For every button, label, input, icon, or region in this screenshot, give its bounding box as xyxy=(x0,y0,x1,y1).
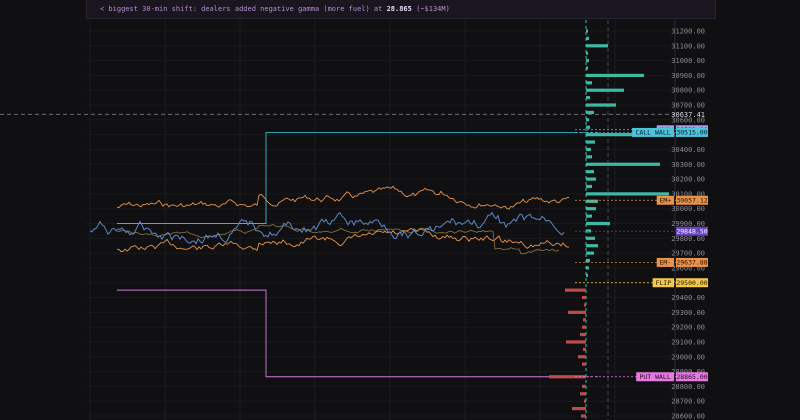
grid xyxy=(86,20,676,420)
positive-gamma-bar[interactable] xyxy=(586,96,590,100)
em-upper-value: 30057.12 xyxy=(676,197,707,205)
y-tick-label: 29800.00 xyxy=(671,235,705,243)
y-tick-label: 29400.00 xyxy=(671,294,705,302)
flip-value: 29500.00 xyxy=(676,279,707,287)
current-value: 29848.50 xyxy=(676,228,707,236)
positive-gamma-bar[interactable] xyxy=(586,51,588,55)
em-lower-tag[interactable]: 29637.88 EM- xyxy=(656,257,708,267)
y-tick-label: 30300.00 xyxy=(671,161,705,169)
negative-gamma-bar[interactable] xyxy=(565,288,586,292)
y-tick-label: 30700.00 xyxy=(671,102,705,110)
current-price-label: 30637.41 xyxy=(671,111,705,119)
positive-gamma-bar[interactable] xyxy=(586,140,595,144)
positive-gamma-bar[interactable] xyxy=(586,162,660,166)
put-wall-tag[interactable]: 28865.00 PUT WALL xyxy=(636,372,708,382)
y-tick-label: 30800.00 xyxy=(671,87,705,95)
flip-tag[interactable]: 29500.00 FLIP xyxy=(652,278,708,288)
gamma-exposure-chart[interactable]: 31200.00 31100.00 31000.00 30900.00 30800.00… xyxy=(0,0,800,420)
positive-gamma-bar[interactable] xyxy=(586,177,596,181)
y-tick-label: 30400.00 xyxy=(671,146,705,154)
negative-gamma-bar[interactable] xyxy=(568,310,586,314)
negative-gamma-bar[interactable] xyxy=(583,318,586,322)
positive-gamma-bar[interactable] xyxy=(586,125,590,129)
y-tick-label: 31100.00 xyxy=(671,42,705,50)
negative-gamma-bar[interactable] xyxy=(578,355,586,359)
y-tick-label: 29000.00 xyxy=(671,353,705,361)
positive-gamma-bar[interactable] xyxy=(586,88,624,92)
em-lower-line xyxy=(116,227,570,252)
positive-gamma-bar[interactable] xyxy=(586,81,592,85)
flip-label: FLIP xyxy=(655,279,671,287)
positive-gamma-bar[interactable] xyxy=(586,110,594,115)
put-wall-line xyxy=(117,289,575,378)
y-tick-label: 30200.00 xyxy=(671,176,705,184)
positive-gamma-bar[interactable] xyxy=(586,44,608,48)
positive-gamma-bar[interactable] xyxy=(586,170,594,174)
call-wall-tag[interactable]: 30515.00 CALL WALL xyxy=(632,127,708,137)
positive-gamma-bar[interactable] xyxy=(586,29,588,33)
current-tag[interactable]: 29848.50 xyxy=(676,226,708,236)
negative-gamma-bar[interactable] xyxy=(572,406,586,411)
gamma-bars xyxy=(549,20,669,420)
em-lower-value: 29637.88 xyxy=(676,259,707,267)
positive-gamma-bar[interactable] xyxy=(586,221,610,226)
price-line xyxy=(89,211,565,245)
positive-gamma-bar[interactable] xyxy=(586,192,669,196)
positive-gamma-bar[interactable] xyxy=(586,184,592,189)
positive-gamma-bar[interactable] xyxy=(586,133,638,137)
negative-gamma-bar[interactable] xyxy=(582,384,586,388)
positive-gamma-bar[interactable] xyxy=(586,236,595,240)
y-tick-label: 31000.00 xyxy=(671,57,705,65)
positive-gamma-bar[interactable] xyxy=(586,244,598,248)
positive-gamma-bar[interactable] xyxy=(586,103,616,107)
positive-gamma-bar[interactable] xyxy=(586,66,588,70)
positive-gamma-bar[interactable] xyxy=(586,214,592,218)
positive-gamma-bar[interactable] xyxy=(586,207,596,211)
positive-gamma-bar[interactable] xyxy=(586,258,590,263)
call-wall-label: CALL WALL xyxy=(635,129,670,137)
y-tick-label: 28600.00 xyxy=(671,413,705,420)
negative-gamma-bar[interactable] xyxy=(566,340,586,344)
negative-gamma-bar[interactable] xyxy=(583,347,586,351)
negative-gamma-bar[interactable] xyxy=(584,399,586,403)
positive-gamma-bar[interactable] xyxy=(586,155,592,159)
y-tick-label: 30000.00 xyxy=(671,205,705,213)
em-upper-tag[interactable]: 30057.12 EM+ xyxy=(656,195,708,205)
price-series xyxy=(89,131,600,378)
negative-gamma-bar[interactable] xyxy=(582,325,586,329)
negative-gamma-bar[interactable] xyxy=(582,295,586,300)
positive-gamma-bar[interactable] xyxy=(586,147,591,152)
negative-gamma-bar[interactable] xyxy=(580,392,586,396)
call-wall-line xyxy=(117,131,575,224)
positive-gamma-bar[interactable] xyxy=(586,36,589,41)
em-lower-label: EM- xyxy=(659,259,671,267)
em-upper-label: EM+ xyxy=(659,197,671,205)
positive-gamma-bar[interactable] xyxy=(586,273,588,277)
put-wall-label: PUT WALL xyxy=(639,373,670,381)
flip-line xyxy=(116,223,560,255)
y-tick-label: 29700.00 xyxy=(671,250,705,258)
positive-gamma-bar[interactable] xyxy=(586,59,589,63)
y-tick-label: 31200.00 xyxy=(671,28,705,36)
negative-gamma-bar[interactable] xyxy=(581,414,586,418)
call-wall-value: 30515.00 xyxy=(676,129,707,137)
y-tick-label: 28700.00 xyxy=(671,398,705,406)
y-tick-label: 29100.00 xyxy=(671,338,705,346)
em-upper-line xyxy=(116,185,570,210)
y-tick-label: 29300.00 xyxy=(671,309,705,317)
positive-gamma-bar[interactable] xyxy=(586,73,644,78)
positive-gamma-bar[interactable] xyxy=(586,118,589,122)
y-tick-label: 28800.00 xyxy=(671,383,705,391)
negative-gamma-bar[interactable] xyxy=(584,303,586,307)
put-wall-value: 28865.00 xyxy=(676,373,707,381)
negative-gamma-bar[interactable] xyxy=(582,362,586,366)
y-tick-label: 29200.00 xyxy=(671,324,705,332)
negative-gamma-bar[interactable] xyxy=(580,332,586,337)
y-tick-label: 30900.00 xyxy=(671,72,705,80)
positive-gamma-bar[interactable] xyxy=(586,251,594,255)
positive-gamma-bar[interactable] xyxy=(586,266,589,270)
